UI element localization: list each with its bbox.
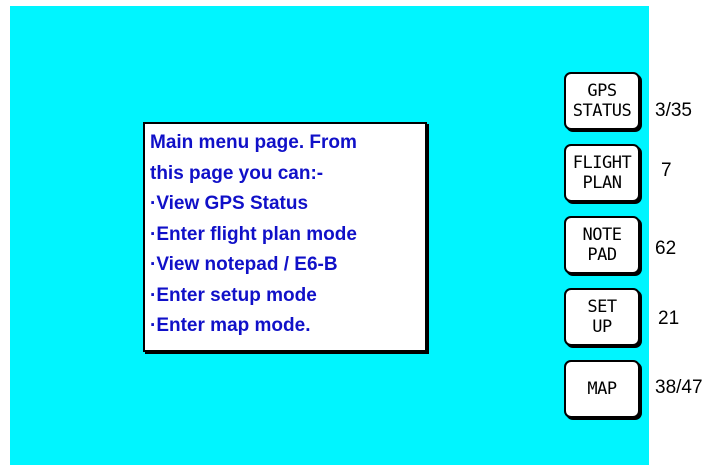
button-label-line1: MAP [587, 379, 617, 399]
map-button[interactable]: MAP [564, 360, 640, 418]
notepad-button[interactable]: NOTE PAD [564, 216, 640, 274]
flight-plan-value: 7 [661, 160, 672, 181]
button-label-line2: PAD [587, 245, 617, 265]
info-panel: Main menu page. From this page you can:-… [143, 122, 427, 352]
button-label-line1: FLIGHT [572, 153, 632, 173]
button-label-line2: UP [592, 317, 612, 337]
info-line: ·Enter setup mode [150, 284, 317, 306]
info-line: ·Enter flight plan mode [150, 223, 357, 245]
gps-status-value: 3/35 [655, 100, 692, 121]
button-label-line1: SET [587, 297, 617, 317]
setup-button[interactable]: SET UP [564, 288, 640, 346]
setup-value: 21 [658, 308, 680, 329]
map-value: 38/47 [655, 377, 703, 398]
info-line: ·View GPS Status [150, 193, 309, 214]
flight-plan-button[interactable]: FLIGHT PLAN [564, 144, 640, 202]
info-line: ·View notepad / E6-B [150, 254, 338, 275]
info-line: this page you can:- [150, 162, 324, 184]
info-line: ·Enter map mode. [150, 315, 311, 336]
info-line: Main menu page. From [150, 132, 357, 153]
button-label-line2: STATUS [572, 101, 632, 121]
button-label-line2: PLAN [582, 173, 622, 193]
notepad-value: 62 [655, 238, 677, 259]
gps-status-button[interactable]: GPS STATUS [564, 72, 640, 130]
button-label-line1: NOTE [582, 225, 622, 245]
button-label-line1: GPS [587, 81, 617, 101]
